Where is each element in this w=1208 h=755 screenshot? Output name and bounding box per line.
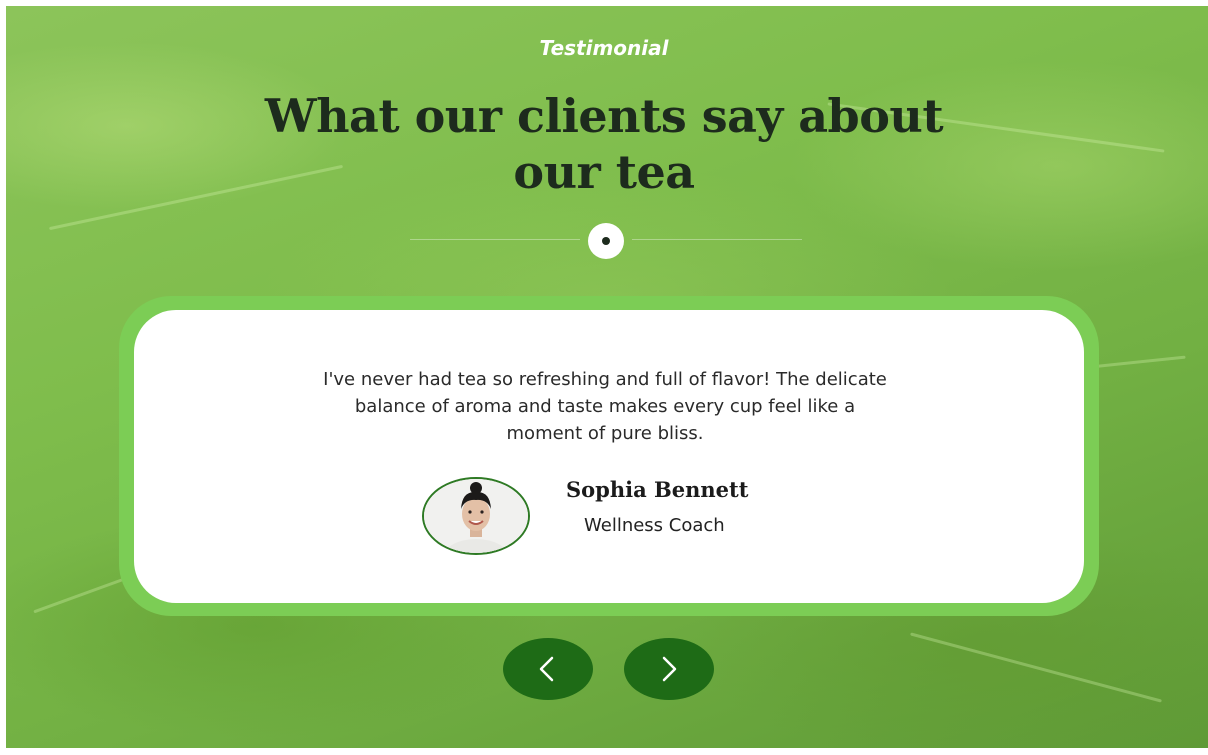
avatar — [422, 477, 530, 555]
author-name: Sophia Bennett — [566, 477, 749, 502]
section-heading: What our clients say about our tea — [0, 88, 1208, 200]
quote-line-1: I've never had tea so refreshing and ful… — [323, 369, 887, 390]
heading-line-1: What our clients say about — [264, 89, 944, 143]
testimonial-quote: I've never had tea so refreshing and ful… — [215, 366, 995, 447]
author-role: Wellness Coach — [584, 515, 725, 536]
quote-line-3: moment of pure bliss. — [506, 423, 704, 444]
quote-line-2: balance of aroma and taste makes every c… — [354, 396, 856, 417]
divider-dot-icon — [588, 223, 624, 259]
heading-line-2: our tea — [513, 145, 695, 199]
chevron-left-icon — [539, 656, 554, 682]
chevron-right-icon — [662, 656, 677, 682]
previous-button[interactable] — [503, 638, 593, 700]
divider-line-left — [410, 239, 580, 240]
testimonial-card — [134, 310, 1084, 603]
next-button[interactable] — [624, 638, 714, 700]
testimonial-section: Testimonial What our clients say about o… — [0, 0, 1208, 755]
section-eyebrow: Testimonial — [539, 36, 669, 60]
avatar-portrait-icon — [424, 479, 528, 553]
divider-line-right — [632, 239, 802, 240]
